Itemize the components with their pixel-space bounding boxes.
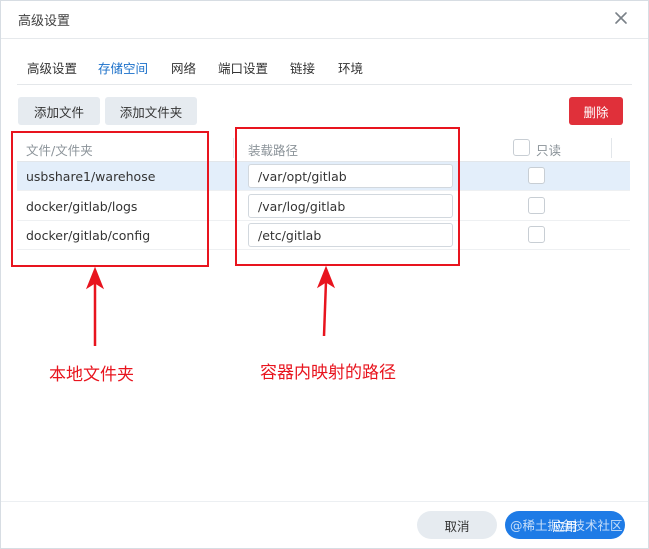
cancel-button[interactable]: 取消 bbox=[417, 511, 497, 539]
tab-port-settings[interactable]: 端口设置 bbox=[218, 58, 268, 77]
tab-storage[interactable]: 存储空间 bbox=[98, 58, 148, 77]
readonly-all-checkbox[interactable] bbox=[513, 139, 530, 156]
close-icon[interactable] bbox=[612, 9, 630, 27]
local-folder-annotation: 本地文件夹 bbox=[49, 365, 134, 385]
readonly-checkbox[interactable] bbox=[528, 167, 545, 184]
local-folder-highlight-box bbox=[11, 131, 209, 267]
tab-advanced-settings[interactable]: 高级设置 bbox=[27, 58, 77, 77]
add-folder-button[interactable]: 添加文件夹 bbox=[105, 97, 197, 125]
tab-bar: 高级设置 存储空间 网络 端口设置 链接 环境 bbox=[17, 51, 632, 85]
tab-environment[interactable]: 环境 bbox=[338, 58, 363, 77]
tab-links[interactable]: 链接 bbox=[290, 58, 315, 77]
footer-divider bbox=[1, 501, 648, 502]
container-path-annotation: 容器内映射的路径 bbox=[260, 363, 396, 383]
add-file-button[interactable]: 添加文件 bbox=[18, 97, 100, 125]
dialog-title: 高级设置 bbox=[18, 14, 71, 29]
readonly-checkbox[interactable] bbox=[528, 197, 545, 214]
dialog-titlebar: 高级设置 bbox=[1, 1, 648, 39]
advanced-settings-dialog: 高级设置 高级设置 存储空间 网络 端口设置 链接 环境 添加文件 添加文件夹 … bbox=[0, 0, 649, 549]
tab-network[interactable]: 网络 bbox=[171, 58, 196, 77]
arrow-up-icon bbox=[85, 266, 105, 346]
column-header-readonly[interactable]: 只读 bbox=[536, 140, 561, 159]
arrow-up-icon bbox=[316, 265, 336, 337]
readonly-checkbox[interactable] bbox=[528, 226, 545, 243]
delete-button[interactable]: 删除 bbox=[569, 97, 623, 125]
column-divider bbox=[233, 138, 234, 158]
apply-button[interactable]: 应用 bbox=[505, 511, 625, 539]
column-divider bbox=[611, 138, 612, 158]
container-path-highlight-box bbox=[235, 127, 460, 266]
